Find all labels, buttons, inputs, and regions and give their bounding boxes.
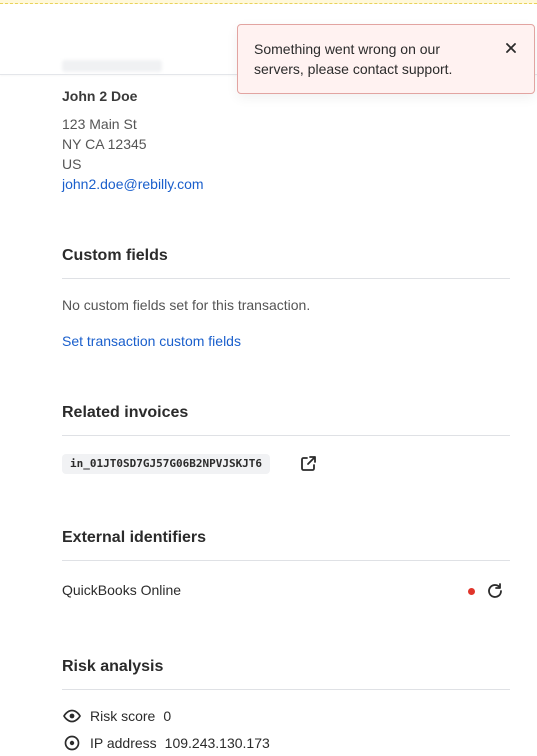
related-invoices-title: Related invoices — [62, 404, 189, 421]
custom-fields-empty-text: No custom fields set for this transactio… — [62, 297, 311, 313]
ip-address-row: IP address 109.243.130.173 — [62, 733, 270, 753]
customer-name: John 2 Doe — [62, 88, 138, 104]
risk-analysis-title: Risk analysis — [62, 658, 164, 675]
set-custom-fields-link[interactable]: Set transaction custom fields — [62, 333, 241, 349]
risk-score-row: Risk score 0 — [62, 706, 171, 726]
error-toast-message: Something went wrong on our servers, ple… — [254, 41, 453, 77]
address-line2: NY CA 12345 — [62, 136, 147, 152]
divider — [62, 689, 510, 690]
divider — [62, 435, 510, 436]
address-line1: 123 Main St — [62, 116, 137, 132]
external-link-icon[interactable] — [298, 454, 318, 474]
eye-icon — [62, 706, 82, 726]
faded-section-heading — [62, 60, 162, 72]
error-toast: Something went wrong on our servers, ple… — [237, 24, 535, 94]
ip-address-label: IP address — [90, 735, 157, 751]
invoice-id-chip[interactable]: in_01JT0SD7GJ57G06B2NPVJSKJT6 — [62, 454, 271, 474]
sync-status-dot — [468, 588, 475, 595]
address-country: US — [62, 156, 82, 172]
close-icon[interactable] — [504, 41, 518, 55]
risk-score-label: Risk score — [90, 708, 156, 724]
divider — [62, 560, 510, 561]
ip-address-value: 109.243.130.173 — [164, 735, 270, 751]
external-identifiers-title: External identifiers — [62, 529, 207, 546]
refresh-icon[interactable] — [485, 581, 505, 601]
customer-email-link[interactable]: john2.doe@rebilly.com — [62, 176, 204, 192]
custom-fields-title: Custom fields — [62, 247, 168, 264]
divider — [62, 278, 510, 279]
location-icon — [62, 733, 82, 753]
risk-score-value: 0 — [163, 708, 172, 724]
external-identifier-label: QuickBooks Online — [62, 582, 182, 598]
